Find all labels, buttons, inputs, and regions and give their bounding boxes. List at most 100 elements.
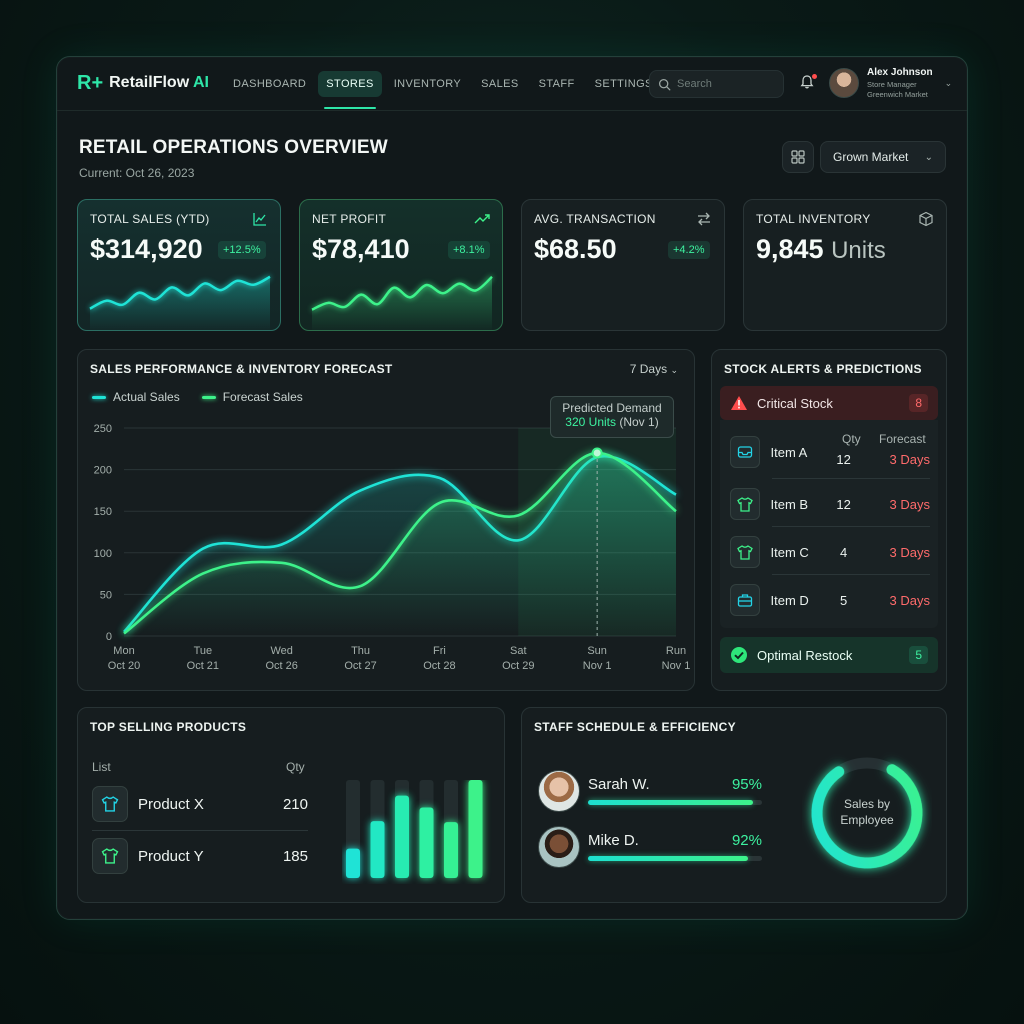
bar [346, 848, 360, 878]
x-tick-date: Oct 26 [266, 660, 298, 672]
column-header-qty: Qty [286, 760, 305, 774]
kpi-label: NET PROFIT [312, 212, 387, 226]
nav-item-staff[interactable]: STAFF [531, 71, 583, 97]
stock-row[interactable]: Item C 4 3 Days [730, 530, 930, 574]
efficiency-bar-fill [588, 800, 754, 805]
chevron-down-icon: ⌄ [944, 77, 953, 88]
critical-stock-header[interactable]: Critical Stock 8 [720, 386, 938, 420]
sparkline [311, 275, 493, 330]
product-qty: 185 [282, 847, 308, 865]
app-name: RetailFlow AI [109, 74, 209, 91]
user-location: Greenwich Market [867, 90, 928, 99]
kpi-value: $314,920 [90, 234, 203, 264]
stock-item-forecast: 3 Days [889, 592, 930, 608]
product-name: Product Y [138, 847, 204, 865]
main-nav: DASHBOARD STORES INVENTORY SALES STAFF SETTIN… [225, 71, 661, 109]
trending-up-icon [474, 214, 490, 224]
stock-item-qty: 4 [839, 544, 848, 560]
kpi-card-net-profit[interactable]: NET PROFIT $78,410 +8.1% [299, 199, 503, 331]
y-tick-label: 100 [94, 548, 112, 560]
divider [772, 526, 930, 527]
stock-row[interactable]: Item D 5 3 Days [730, 578, 930, 622]
market-select[interactable]: Grown Market ⌄ [820, 141, 946, 173]
x-tick-day: Fri [433, 645, 446, 657]
stock-item-qty: 12 [836, 496, 851, 512]
donut-label: Sales by Employee [840, 797, 894, 827]
nav-item-stores[interactable]: STORES [318, 71, 382, 109]
search-input[interactable] [677, 78, 772, 90]
forecast-panel: SALES PERFORMANCE & INVENTORY FORECAST 7… [77, 349, 695, 691]
grid-icon [791, 150, 805, 164]
shirt-icon [92, 838, 128, 874]
warning-icon [731, 396, 747, 410]
staff-name: Mike D. [588, 832, 639, 849]
staff-efficiency: 92% [731, 832, 762, 849]
notifications-bell-icon[interactable] [799, 74, 817, 92]
product-row[interactable]: Product X 210 [92, 784, 308, 824]
avatar [538, 826, 580, 868]
critical-stock-count: 8 [909, 394, 928, 412]
shirt-icon [730, 536, 761, 568]
bar [395, 795, 409, 878]
grid-view-button[interactable] [782, 141, 814, 173]
sparkline [89, 275, 271, 330]
toolbox-icon [730, 584, 761, 616]
staff-row[interactable]: Sarah W. 95% [538, 770, 762, 814]
stock-item-qty: 12 [836, 451, 851, 467]
staff-panel: STAFF SCHEDULE & EFFICIENCY Sarah W. 95%… [521, 707, 947, 903]
stock-alerts-panel: STOCK ALERTS & PREDICTIONS Critical Stoc… [711, 349, 947, 691]
x-tick-date: Oct 29 [502, 660, 534, 672]
bar [468, 780, 483, 878]
user-name: Alex Johnson [867, 67, 933, 78]
efficiency-bar [588, 800, 762, 805]
user-menu[interactable]: Alex Johnson Store Manager Greenwich Mar… [829, 67, 952, 99]
nav-item-sales[interactable]: SALES [473, 71, 526, 97]
kpi-badge: +8.1% [448, 241, 490, 259]
kpi-value: $78,410 [312, 234, 410, 264]
kpi-card-total-sales[interactable]: TOTAL SALES (YTD) $314,920 +12.5% [77, 199, 281, 331]
kpi-card-total-inventory[interactable]: TOTAL INVENTORY 9,845 Units [743, 199, 947, 331]
app-logo[interactable]: R+ RetailFlow AI [77, 72, 209, 94]
y-tick-label: 250 [94, 423, 112, 435]
arrows-exchange-icon [698, 212, 710, 226]
kpi-card-avg-transaction[interactable]: AVG. TRANSACTION $68.50 +4.2% [521, 199, 725, 331]
x-tick-date: Oct 27 [344, 660, 376, 672]
optimal-restock-label: Optimal Restock [757, 647, 853, 663]
bar [370, 821, 385, 878]
nav-item-inventory[interactable]: INVENTORY [386, 71, 469, 97]
x-tick-date: Nov 1 [583, 660, 612, 672]
kpi-badge: +12.5% [218, 241, 266, 259]
market-select-value: Grown Market [833, 150, 909, 164]
stock-item-name: Item D [770, 592, 809, 608]
stock-row[interactable]: Item B 12 3 Days [730, 482, 930, 526]
kpi-badge: +4.2% [668, 241, 710, 259]
bar [444, 822, 458, 878]
x-tick-date: Oct 21 [187, 660, 219, 672]
top-products-bar-chart [346, 780, 483, 878]
shirt-icon [92, 786, 128, 822]
notification-dot [812, 74, 817, 79]
product-row[interactable]: Product Y 185 [92, 836, 308, 876]
product-name: Product X [138, 795, 204, 813]
panel-title: STOCK ALERTS & PREDICTIONS [724, 362, 922, 376]
x-tick-day: Wed [271, 645, 293, 657]
stock-item-name: Item A [770, 444, 808, 460]
stock-row[interactable]: Item A 12 3 Days [730, 430, 930, 474]
avatar [829, 68, 859, 98]
stock-item-qty: 5 [839, 592, 848, 608]
panel-title: STAFF SCHEDULE & EFFICIENCY [534, 720, 736, 734]
nav-item-dashboard[interactable]: DASHBOARD [225, 71, 314, 97]
optimal-restock-count: 5 [909, 646, 928, 664]
staff-row[interactable]: Mike D. 92% [538, 826, 762, 870]
efficiency-bar [588, 856, 762, 861]
y-tick-label: 150 [94, 506, 112, 518]
column-header-list: List [92, 760, 111, 774]
bar [419, 807, 434, 878]
app-window: R+ RetailFlow AI DASHBOARD STORES INVENTOR… [56, 56, 968, 920]
optimal-restock-row[interactable]: Optimal Restock 5 [720, 637, 938, 673]
top-bar: R+ RetailFlow AI DASHBOARD STORES INVENTOR… [57, 57, 967, 111]
search-box[interactable] [649, 70, 784, 98]
x-tick-day: Run [666, 645, 686, 657]
kpi-label: TOTAL SALES (YTD) [90, 212, 210, 226]
kpi-label: AVG. TRANSACTION [534, 212, 656, 226]
